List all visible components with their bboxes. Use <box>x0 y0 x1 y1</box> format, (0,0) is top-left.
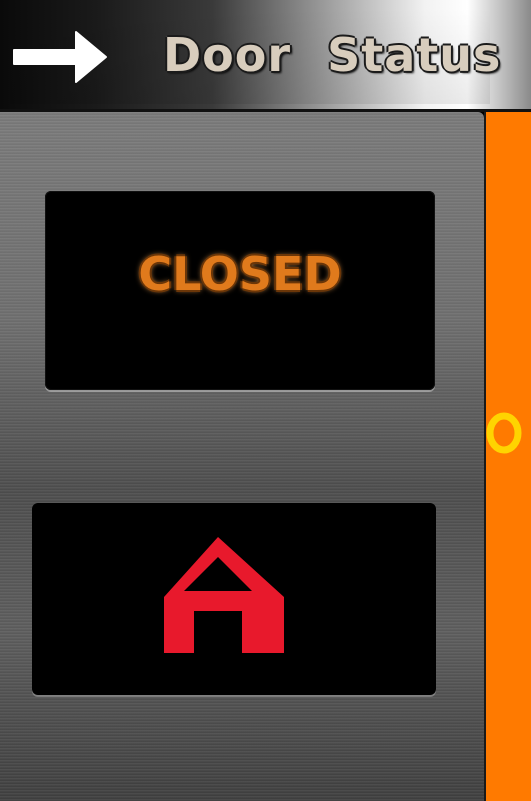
ring-indicator-icon <box>486 412 522 454</box>
main-panel: CLOSED <box>0 112 484 801</box>
door-status-label: CLOSED <box>138 247 342 301</box>
page-title: Door Status <box>163 28 531 88</box>
header-bar: Door Status <box>0 0 531 112</box>
side-panel-handle[interactable] <box>484 112 531 801</box>
title-word-status: Status <box>327 28 502 82</box>
home-icon <box>148 531 288 659</box>
door-status-display: CLOSED <box>45 191 435 390</box>
home-button[interactable] <box>32 503 436 695</box>
title-word-door: Door <box>163 28 292 82</box>
right-arrow-icon[interactable] <box>10 22 110 92</box>
